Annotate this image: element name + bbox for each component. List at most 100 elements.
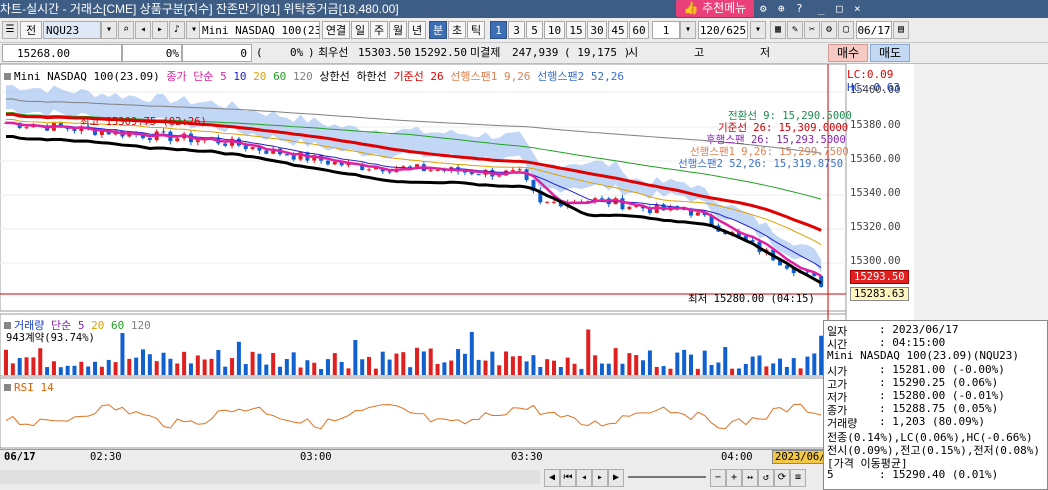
volume-ma120: 120: [130, 319, 151, 332]
mode-button[interactable]: 전: [20, 21, 42, 39]
volume-bar: [483, 360, 488, 375]
list-icon[interactable]: ≡: [790, 469, 806, 487]
fit-icon[interactable]: ↔: [742, 469, 758, 487]
menu-icon[interactable]: ☰: [2, 21, 18, 39]
candle-body: [243, 145, 248, 150]
play-back-icon[interactable]: ◂: [576, 469, 592, 487]
legend-lower-limit: 하한선: [356, 70, 387, 83]
scissors-icon[interactable]: ✂: [804, 21, 820, 39]
y-axis-tick: 15380.00: [850, 119, 901, 131]
interval-15-button[interactable]: 15: [566, 21, 586, 39]
candle-body: [147, 138, 152, 140]
time-label-date: 06/17: [4, 451, 36, 463]
volume-bar: [764, 366, 769, 375]
reset-icon[interactable]: ↺: [758, 469, 774, 487]
refresh-icon[interactable]: ⟳: [774, 469, 790, 487]
second-button[interactable]: 초: [448, 21, 466, 39]
interval-select[interactable]: 1: [652, 21, 680, 39]
day-button[interactable]: 일: [351, 21, 369, 39]
volume-bar: [545, 359, 550, 375]
change-paren-close: ): [308, 46, 315, 59]
volume-bar: [647, 350, 652, 375]
price-axis-panel: [914, 64, 1048, 320]
data-count-field[interactable]: 120/625: [698, 21, 748, 39]
candle-body: [408, 166, 413, 168]
interval-1-button[interactable]: 1: [490, 21, 507, 39]
chevron-down-icon[interactable]: ▾: [680, 21, 696, 39]
scroll-track[interactable]: [0, 470, 540, 484]
zoom-out-icon[interactable]: −: [710, 469, 726, 487]
zoom-slider[interactable]: [628, 476, 706, 478]
edit-icon[interactable]: ✎: [787, 21, 803, 39]
volume-bar: [675, 352, 680, 375]
week-button[interactable]: 주: [370, 21, 388, 39]
volume-bar: [182, 351, 187, 375]
interval-30-button[interactable]: 30: [587, 21, 607, 39]
interval-5-button[interactable]: 5: [526, 21, 543, 39]
volume-bar: [127, 358, 132, 375]
candle-body: [620, 198, 625, 210]
help-icon[interactable]: ?: [796, 2, 810, 16]
volume-bar: [593, 355, 598, 375]
interval-45-button[interactable]: 45: [608, 21, 628, 39]
volume-bar: [627, 353, 632, 375]
chevron-down-icon[interactable]: ▾: [101, 21, 117, 39]
prev-icon[interactable]: ⏮: [560, 469, 576, 487]
volume-bar: [312, 362, 317, 375]
candle-body: [497, 175, 502, 177]
maximize-icon[interactable]: □: [836, 2, 850, 16]
volume-bar: [462, 353, 467, 375]
volume-bar: [195, 355, 200, 375]
volume-bar: [250, 351, 255, 375]
volume-bar: [154, 361, 159, 375]
grid-icon[interactable]: ▦: [770, 21, 786, 39]
best-bid-value: 15303.50: [358, 46, 411, 59]
interval-3-button[interactable]: 3: [508, 21, 525, 39]
buy-button[interactable]: 매수: [828, 44, 868, 62]
zoom-in-icon[interactable]: +: [726, 469, 742, 487]
pin-icon[interactable]: ⊕: [778, 2, 792, 16]
chevron-down-icon[interactable]: ▾: [750, 21, 766, 39]
window-icon[interactable]: ▢: [838, 21, 854, 39]
recommend-menu-button[interactable]: 👍 추천메뉴: [676, 0, 754, 17]
month-button[interactable]: 월: [389, 21, 407, 39]
calendar-icon[interactable]: ▤: [893, 21, 909, 39]
year-button[interactable]: 년: [408, 21, 426, 39]
info-row: Mini NASDAQ 100(23.09)(NQU23): [827, 349, 1019, 362]
interval-60-button[interactable]: 60: [629, 21, 649, 39]
play-icon[interactable]: ▸: [592, 469, 608, 487]
first-icon[interactable]: ◀: [544, 469, 560, 487]
ichimoku-span2: 선행스팬2 52,26: 15,319.8750: [678, 158, 844, 170]
minute-button[interactable]: 분: [429, 21, 447, 39]
volume-bar: [65, 365, 70, 375]
close-icon[interactable]: ×: [854, 2, 868, 16]
search-icon[interactable]: ⌕: [118, 21, 134, 39]
arrow-right-icon[interactable]: ▸: [152, 21, 168, 39]
sell-button[interactable]: 매도: [870, 44, 910, 62]
candle-body: [161, 131, 166, 133]
quote-bar: 15268.00 0% 0 ( 0% ) 최우선 15303.50 15292.…: [0, 43, 1048, 64]
next-icon[interactable]: ▶: [608, 469, 624, 487]
tick-button[interactable]: 틱: [467, 21, 485, 39]
symbol-input[interactable]: NQU23: [43, 21, 101, 39]
minimize-icon[interactable]: _: [818, 2, 832, 16]
volume-bar: [510, 356, 515, 375]
interval-10-button[interactable]: 10: [544, 21, 565, 39]
volume-ma60: 60: [111, 319, 125, 332]
date-field[interactable]: 06/17: [856, 21, 892, 39]
info-value: : 15280.00 (-0.01%): [879, 389, 1005, 402]
legend-upper-limit: 상한선: [319, 70, 350, 83]
volume-bar: [360, 359, 365, 375]
high-label: 고: [694, 46, 705, 59]
link-button[interactable]: 연결: [322, 21, 350, 39]
volume-bar: [771, 363, 776, 375]
chart-area[interactable]: Mini NASDAQ 100(23.09) 종가 단순 5 10 20 60 …: [0, 64, 914, 449]
arrow-left-icon[interactable]: ◂: [135, 21, 151, 39]
speaker-icon[interactable]: ♪: [169, 21, 185, 39]
price-legend: Mini NASDAQ 100(23.09) 종가 단순 5 10 20 60 …: [4, 68, 624, 84]
gear-icon[interactable]: ⚙: [760, 2, 774, 16]
open-interest-change: ( 19,175 ): [564, 46, 631, 59]
volume-bar: [654, 366, 659, 375]
gear-icon[interactable]: ⚙: [821, 21, 837, 39]
main-toolbar: ☰ 전 NQU23 ▾ ⌕ ◂ ▸ ♪ ▾ Mini NASDAQ 100(23…: [0, 18, 1048, 43]
